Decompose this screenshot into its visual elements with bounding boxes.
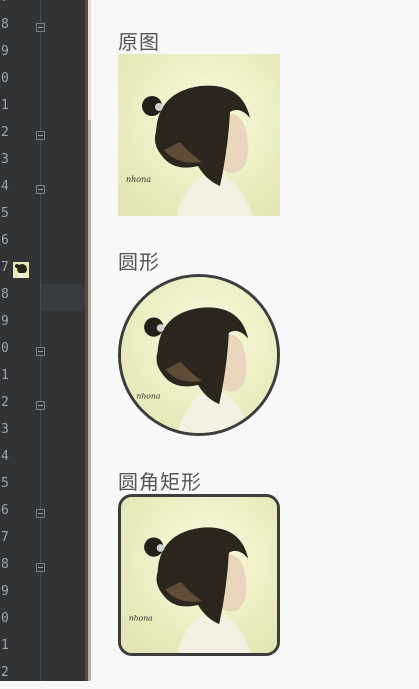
panel-splitter[interactable] — [88, 0, 91, 681]
gutter-row: 8 — [0, 14, 85, 41]
line-number: 0 — [1, 611, 9, 626]
gutter-row: 7 — [0, 257, 85, 284]
portrait-photo: nhona — [118, 54, 280, 216]
gutter-row: 9 — [0, 311, 85, 338]
line-number: 9 — [1, 314, 9, 329]
gutter-row: 2 — [0, 392, 85, 419]
rounded-rect-label: 圆角矩形 — [118, 470, 202, 494]
line-number: 4 — [1, 449, 9, 464]
line-number: 7 — [1, 0, 9, 5]
gutter-row: 9 — [0, 581, 85, 608]
svg-text:nhona: nhona — [126, 175, 151, 184]
portrait-photo: nhona — [121, 497, 277, 653]
fold-icon[interactable] — [36, 347, 45, 356]
editor-gutter: 7 8 9 0 1 2 3 4 5 6 7 8 9 0 1 2 3 4 5 6 … — [0, 0, 85, 681]
line-number: 8 — [1, 17, 9, 32]
gutter-row: 6 — [0, 500, 85, 527]
gutter-row: 5 — [0, 203, 85, 230]
line-number: 1 — [1, 368, 9, 383]
original-image: nhona — [118, 54, 280, 216]
line-number: 9 — [1, 44, 9, 59]
svg-text:nhona: nhona — [129, 613, 153, 622]
gutter-row: 7 — [0, 527, 85, 554]
portrait-photo: nhona — [121, 277, 277, 433]
image-preview-icon[interactable] — [13, 262, 29, 278]
line-number: 4 — [1, 179, 9, 194]
circle-image: nhona — [118, 274, 280, 436]
fold-icon[interactable] — [36, 131, 45, 140]
gutter-row: 0 — [0, 608, 85, 635]
gutter-row: 2 — [0, 662, 85, 689]
line-number: 8 — [1, 287, 9, 302]
gutter-row: 3 — [0, 149, 85, 176]
gutter-row: 0 — [0, 68, 85, 95]
fold-icon[interactable] — [36, 563, 45, 572]
line-number: 7 — [1, 530, 9, 545]
line-number: 0 — [1, 71, 9, 86]
gutter-row: 8 — [0, 284, 85, 311]
gutter-row: 1 — [0, 635, 85, 662]
fold-icon[interactable] — [36, 185, 45, 194]
gutter-row: 2 — [0, 122, 85, 149]
line-number: 0 — [1, 341, 9, 356]
line-number: 7 — [1, 260, 9, 275]
gutter-row: 9 — [0, 41, 85, 68]
fold-icon[interactable] — [36, 23, 45, 32]
layout-preview-panel: 原图 nhona 圆形 nhona 圆角矩形 nhona — [92, 0, 419, 681]
gutter-row: 0 — [0, 338, 85, 365]
line-number: 3 — [1, 152, 9, 167]
line-number: 2 — [1, 665, 9, 680]
gutter-row: 4 — [0, 176, 85, 203]
line-number: 8 — [1, 557, 9, 572]
gutter-row: 6 — [0, 230, 85, 257]
fold-icon[interactable] — [36, 509, 45, 518]
line-number: 9 — [1, 584, 9, 599]
gutter-row: 8 — [0, 554, 85, 581]
line-number: 6 — [1, 233, 9, 248]
gutter-row: 1 — [0, 365, 85, 392]
line-number: 5 — [1, 206, 9, 221]
circle-label: 圆形 — [118, 250, 160, 274]
line-number: 2 — [1, 125, 9, 140]
gutter-row: 4 — [0, 446, 85, 473]
rounded-rect-image: nhona — [118, 494, 280, 656]
fold-icon[interactable] — [36, 401, 45, 410]
svg-text:nhona: nhona — [136, 391, 160, 400]
gutter-row: 1 — [0, 95, 85, 122]
gutter-row: 5 — [0, 473, 85, 500]
line-number: 2 — [1, 395, 9, 410]
original-label: 原图 — [118, 30, 160, 54]
gutter-row: 7 — [0, 0, 85, 14]
line-number: 1 — [1, 98, 9, 113]
line-number: 1 — [1, 638, 9, 653]
line-number: 3 — [1, 422, 9, 437]
line-number: 5 — [1, 476, 9, 491]
gutter-row: 3 — [0, 419, 85, 446]
line-number: 6 — [1, 503, 9, 518]
